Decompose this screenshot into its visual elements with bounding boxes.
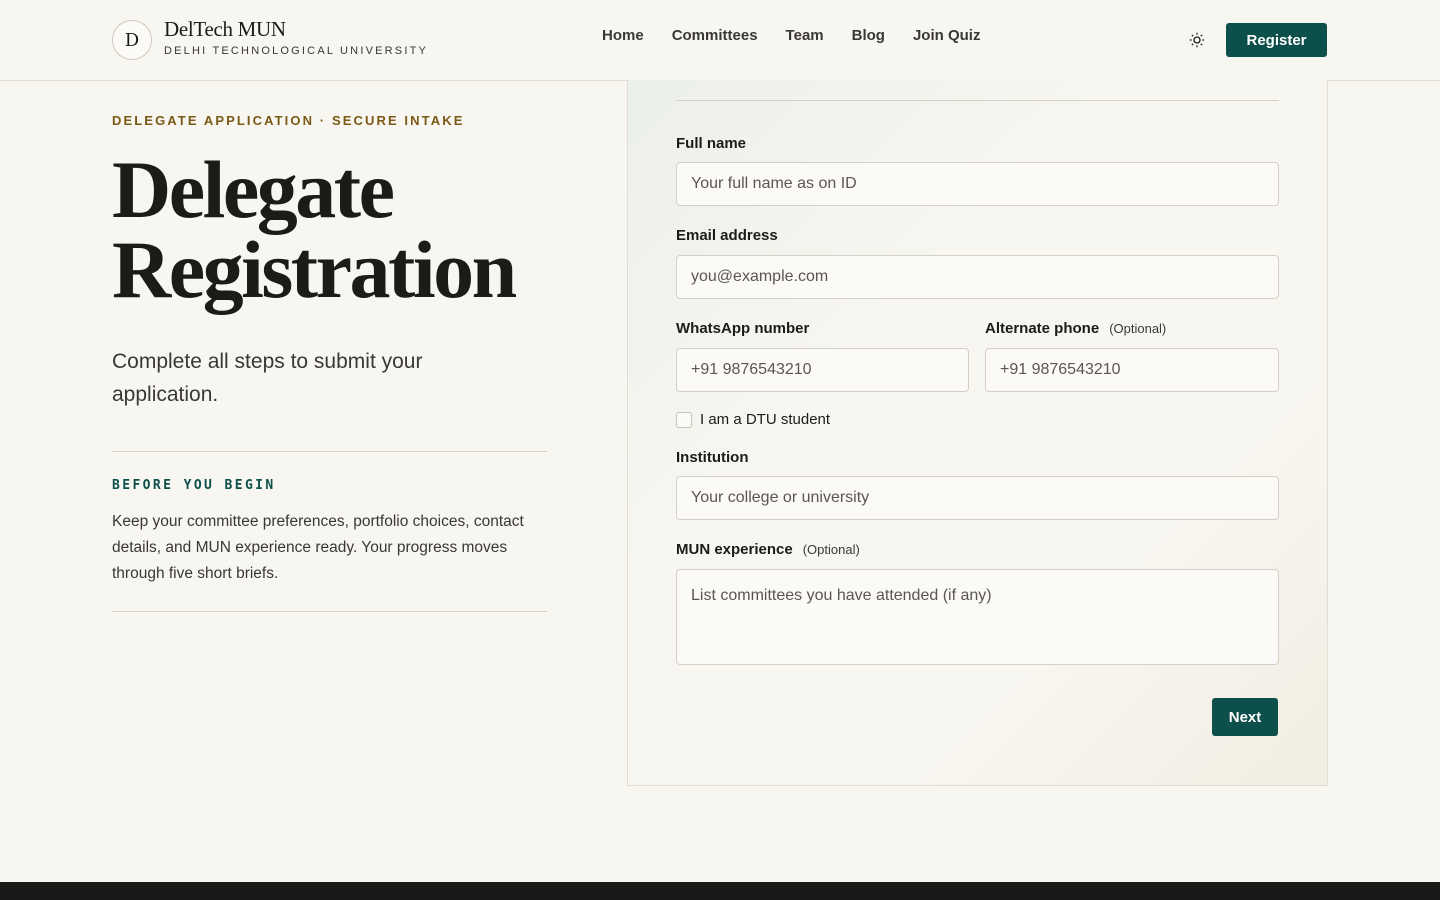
alternate-phone-label: Alternate phone (Optional): [985, 320, 1166, 337]
nav-join-quiz[interactable]: Join Quiz: [913, 27, 981, 44]
mun-experience-textarea[interactable]: [676, 569, 1279, 665]
optional-tag: (Optional): [1109, 321, 1167, 336]
mun-experience-label: MUN experience (Optional): [676, 541, 860, 558]
page-subtitle: Complete all steps to submit your applic…: [112, 350, 423, 406]
nav-team[interactable]: Team: [786, 27, 824, 44]
optional-tag: (Optional): [802, 542, 860, 557]
panel-divider: [676, 100, 1279, 101]
email-label: Email address: [676, 227, 778, 244]
footer-bar: [0, 882, 1440, 900]
institution-input[interactable]: [676, 476, 1279, 520]
brand-title[interactable]: DelTech MUN: [164, 17, 286, 42]
page-title-line2: Registration: [112, 224, 517, 315]
whatsapp-input[interactable]: [676, 348, 969, 392]
nav-blog[interactable]: Blog: [852, 27, 885, 44]
alternate-phone-label-text: Alternate phone: [985, 320, 1100, 337]
mun-experience-label-text: MUN experience: [676, 541, 793, 558]
email-input[interactable]: [676, 255, 1279, 299]
dtu-student-label[interactable]: I am a DTU student: [700, 411, 830, 428]
full-name-input[interactable]: [676, 162, 1279, 206]
dtu-student-checkbox[interactable]: [676, 412, 692, 428]
whatsapp-label: WhatsApp number: [676, 320, 810, 337]
institution-label: Institution: [676, 449, 749, 466]
alternate-phone-input[interactable]: [985, 348, 1279, 392]
before-you-begin-text: Keep your committee preferences, portfol…: [112, 513, 524, 582]
divider: [112, 611, 547, 612]
nav-committees[interactable]: Committees: [672, 27, 758, 44]
nav-home[interactable]: Home: [602, 27, 644, 44]
site-header: D DelTech MUN DELHI TECHNOLOGICAL UNIVER…: [0, 0, 1440, 81]
sun-icon: [1189, 32, 1205, 48]
register-button[interactable]: Register: [1226, 23, 1327, 57]
page-title-line1: Delegate: [112, 144, 395, 235]
page-title: Delegate Registration: [112, 149, 582, 311]
eyebrow-label: DELEGATE APPLICATION · SECURE INTAKE: [112, 113, 465, 128]
next-button[interactable]: Next: [1212, 698, 1278, 736]
divider: [112, 451, 547, 452]
theme-toggle-button[interactable]: [1186, 29, 1208, 51]
full-name-label: Full name: [676, 135, 747, 152]
brand-subtitle: DELHI TECHNOLOGICAL UNIVERSITY: [164, 45, 429, 57]
main-nav: Home Committees Team Blog Join Quiz: [602, 27, 980, 44]
logo-mark[interactable]: D: [112, 20, 152, 60]
before-you-begin-label: BEFORE YOU BEGIN: [112, 478, 276, 493]
